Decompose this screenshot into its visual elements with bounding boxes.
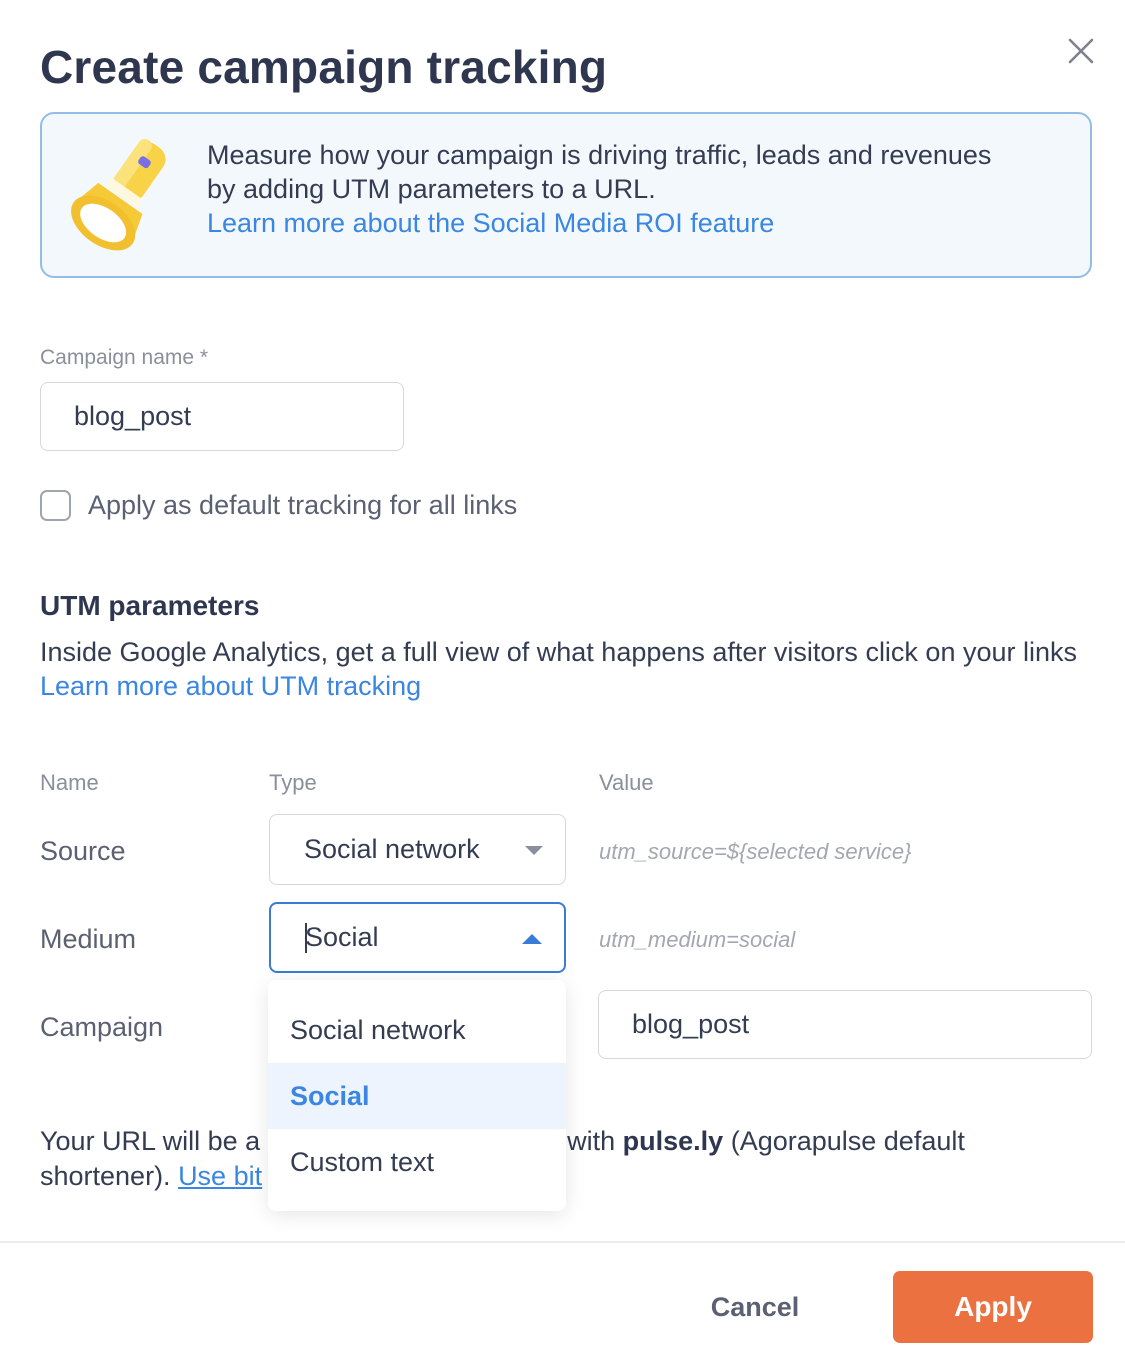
cancel-button[interactable]: Cancel	[690, 1272, 820, 1342]
dropdown-option-custom-text[interactable]: Custom text	[268, 1129, 566, 1195]
info-text-line1: Measure how your campaign is driving tra…	[207, 140, 992, 170]
source-value: utm_source=${selected service}	[599, 839, 912, 864]
chevron-down-icon	[525, 846, 543, 855]
url-note-part1: Your URL will be a	[40, 1126, 261, 1156]
medium-value: utm_medium=social	[599, 927, 796, 952]
apply-button[interactable]: Apply	[893, 1271, 1093, 1343]
column-header-value: Value	[599, 770, 654, 795]
campaign-label: Campaign	[40, 1012, 164, 1042]
source-label: Source	[40, 836, 126, 866]
footer-divider	[0, 1241, 1125, 1243]
campaign-name-value: blog_post	[74, 401, 192, 431]
campaign-value-input[interactable]: blog_post	[598, 990, 1092, 1059]
url-note-part2: with	[567, 1126, 623, 1156]
utm-description: Inside Google Analytics, get a full view…	[40, 637, 1078, 667]
close-icon[interactable]	[1064, 34, 1098, 68]
campaign-name-input[interactable]: blog_post	[40, 382, 404, 451]
dropdown-option-social[interactable]: Social	[268, 1063, 566, 1129]
info-text-line2: by adding UTM parameters to a URL.	[207, 174, 656, 204]
campaign-name-label: Campaign name *	[40, 346, 209, 369]
utm-heading: UTM parameters	[40, 590, 260, 621]
campaign-value: blog_post	[632, 1009, 750, 1039]
medium-label: Medium	[40, 924, 137, 954]
close-button[interactable]	[1064, 34, 1098, 68]
page-title: Create campaign tracking	[40, 41, 608, 93]
url-note-part3: (Agorapulse default	[723, 1126, 965, 1156]
column-header-name: Name	[40, 770, 99, 795]
medium-type-dropdown: Social network Social Custom text	[268, 980, 566, 1211]
default-tracking-checkbox[interactable]	[40, 490, 71, 521]
chevron-up-icon	[522, 934, 542, 944]
roi-learn-more-link[interactable]: Learn more about the Social Media ROI fe…	[207, 206, 991, 240]
medium-type-select[interactable]: Social	[269, 902, 566, 973]
url-note-line2: shortener).	[40, 1161, 179, 1191]
medium-type-value: Social	[305, 922, 379, 952]
shortener-name: pulse.ly	[622, 1126, 724, 1156]
utm-learn-more-link[interactable]: Learn more about UTM tracking	[40, 669, 1100, 703]
column-header-type: Type	[269, 770, 317, 795]
use-bitly-link[interactable]: Use bit	[178, 1161, 262, 1191]
default-tracking-label[interactable]: Apply as default tracking for all links	[88, 490, 517, 521]
source-type-select[interactable]: Social network	[269, 814, 566, 885]
source-type-value: Social network	[304, 834, 480, 864]
info-banner: Measure how your campaign is driving tra…	[40, 112, 1092, 278]
flashlight-icon	[71, 138, 166, 251]
dropdown-option-social-network[interactable]: Social network	[268, 997, 566, 1063]
